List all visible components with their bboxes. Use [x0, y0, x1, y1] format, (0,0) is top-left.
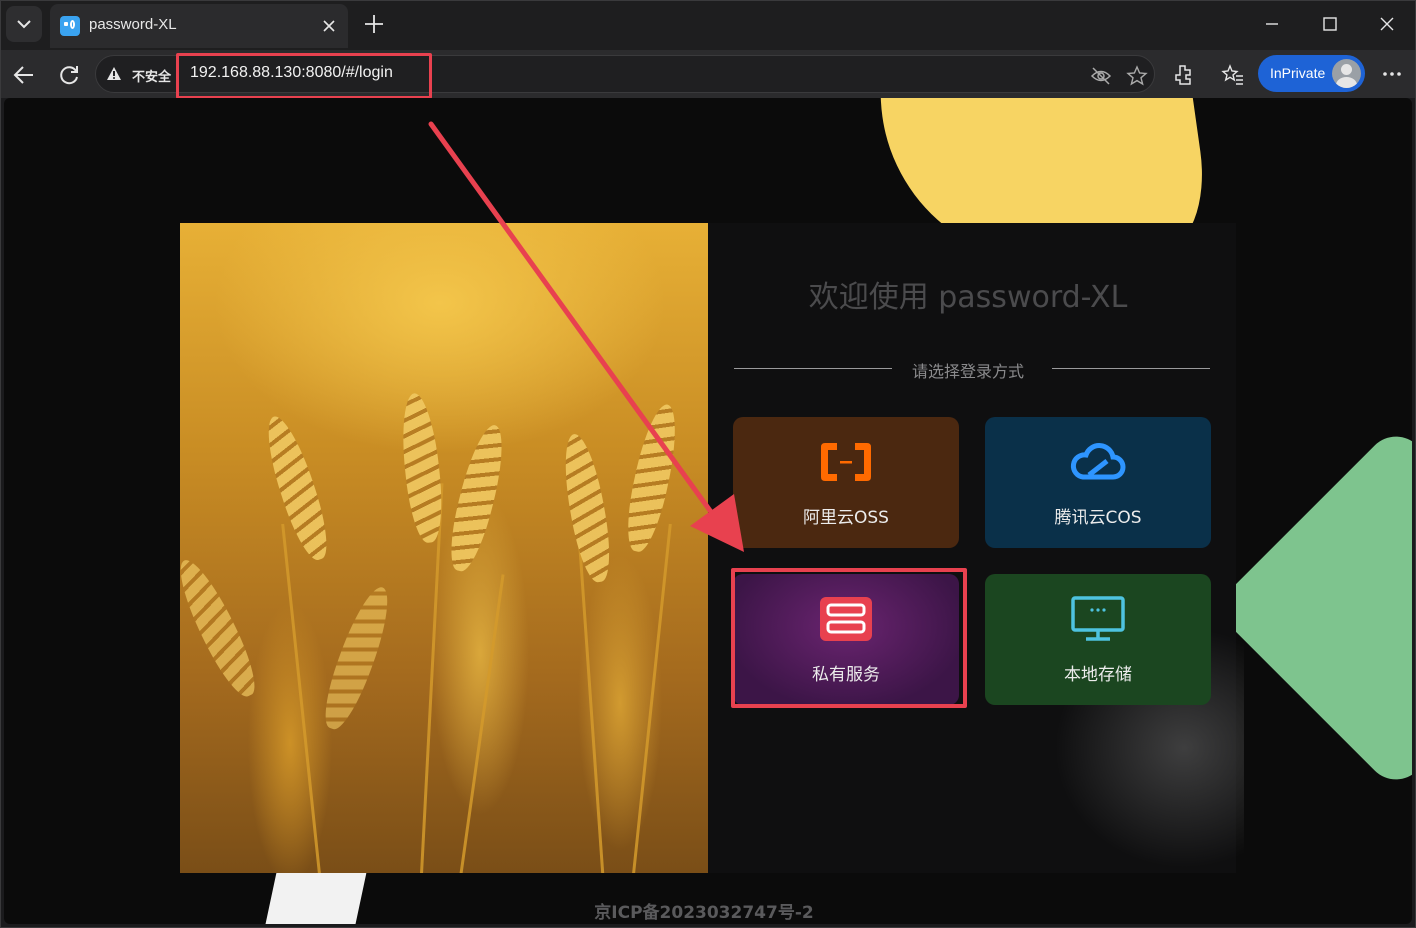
- annotation-arrow-icon: [428, 121, 744, 552]
- icp-record-link[interactable]: 京ICP备2023032747号-2: [560, 898, 848, 923]
